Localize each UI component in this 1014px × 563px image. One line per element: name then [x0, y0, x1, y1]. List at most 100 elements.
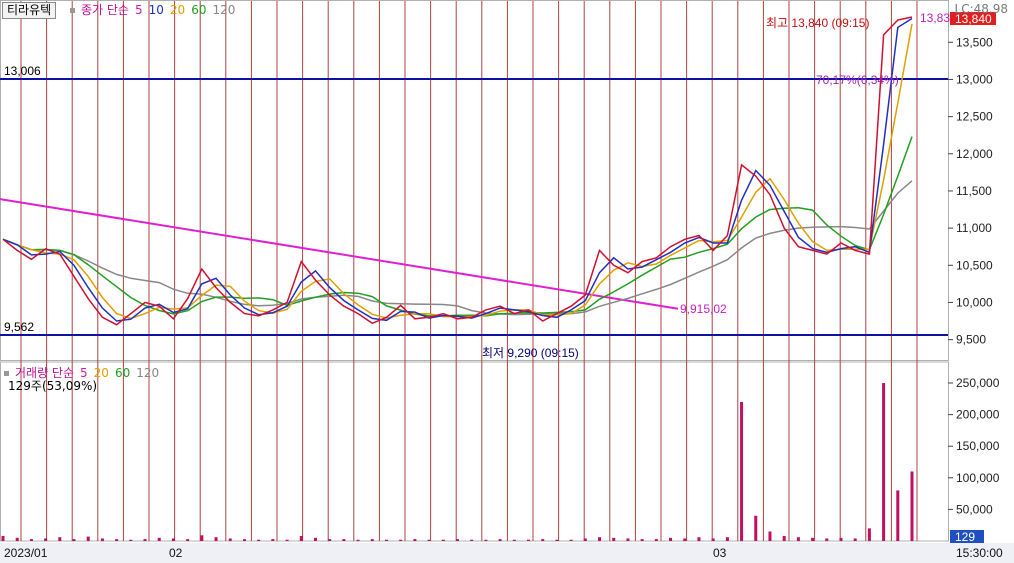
volume-bar: [910, 471, 914, 541]
volume-ma-20: 20: [93, 366, 109, 380]
price-tick-label: 13,500: [956, 35, 993, 49]
volume-bar: [413, 539, 417, 541]
volume-tick-label: 100,000: [956, 471, 1000, 485]
price-legend-marker: [70, 8, 75, 13]
price-legend-label: 종가 단순: [81, 3, 129, 17]
volume-bar: [498, 539, 502, 541]
volume-bar: [285, 539, 289, 541]
price-tick-label: 12,000: [956, 147, 993, 161]
volume-tick-label: 200,000: [956, 408, 1000, 422]
x-axis-label: 02: [169, 546, 183, 560]
x-axis-label: 03: [713, 546, 727, 560]
volume-bar: [853, 538, 857, 541]
volume-bar: [44, 538, 48, 541]
volume-bar: [882, 383, 886, 541]
trendline-end-label: 9,915,02: [680, 302, 727, 316]
volume-bar: [740, 401, 744, 541]
volume-bar: [1, 535, 5, 541]
price-tick-label: 10,500: [956, 258, 993, 272]
price-tick-label: 11,500: [956, 184, 992, 198]
reference-line-label: 9,562: [4, 320, 34, 334]
volume-bar: [86, 536, 90, 541]
volume-bar: [399, 539, 403, 541]
volume-bar: [200, 535, 204, 541]
volume-bar: [669, 537, 673, 541]
volume-bar: [512, 539, 516, 541]
volume-bar: [228, 538, 232, 541]
volume-bar: [186, 539, 190, 541]
volume-tick-label: 250,000: [956, 376, 1000, 390]
price-ma-20: 20: [169, 3, 186, 17]
x-axis-band: [0, 543, 1014, 563]
percent-annotation: 70,17%(6,34%): [816, 73, 899, 87]
volume-bar: [583, 538, 587, 541]
volume-bar: [143, 539, 147, 541]
price-panel: [0, 0, 949, 361]
volume-bar: [768, 531, 772, 541]
volume-bar: [612, 537, 616, 541]
volume-bar: [527, 539, 531, 541]
price-ma-10: 10: [148, 3, 164, 17]
high-annotation: 최고 13,840 (09:15): [766, 16, 869, 30]
volume-legend: 거래량 단순 5 20 60 120: [4, 366, 165, 380]
volume-bar: [555, 539, 559, 541]
price-tick-label: 13,000: [956, 72, 993, 86]
volume-legend-marker: [4, 371, 9, 376]
volume-bar: [470, 539, 474, 541]
volume-bar: [72, 539, 76, 541]
volume-tick-label: 150,000: [956, 439, 1000, 453]
volume-bar: [313, 537, 317, 541]
volume-bar: [683, 538, 687, 541]
volume-bar: [129, 539, 133, 541]
low-annotation: 최저 9,290 (09:15): [482, 346, 579, 360]
volume-bar: [100, 538, 104, 541]
volume-bar: [640, 539, 644, 541]
price-legend: 종가 단순 5 10 20 60 120: [70, 3, 241, 17]
price-volume-chart: 13,500 13,000 12,500 12,000 11,500 11,000 10,5…: [0, 0, 1014, 563]
price-tick-label: 10,000: [956, 295, 993, 309]
volume-bar: [725, 537, 729, 541]
volume-legend-label: 거래량 단순: [15, 366, 75, 380]
volume-bar: [456, 539, 459, 541]
volume-bar: [427, 539, 431, 541]
volume-bar: [598, 537, 602, 541]
volume-bar: [839, 537, 843, 541]
price-tick-label: 9,500: [956, 333, 986, 347]
volume-bar: [541, 539, 545, 541]
volume-bar: [569, 539, 573, 541]
volume-current-label: 129주(53,09%): [8, 379, 98, 393]
volume-bar: [654, 539, 658, 541]
volume-bar: [157, 537, 161, 541]
volume-tick-label: 50,000: [956, 502, 993, 516]
volume-bar: [626, 538, 630, 541]
time-label: 15:30:00: [956, 546, 1003, 560]
volume-bar: [242, 539, 246, 541]
volume-bar: [754, 515, 758, 541]
price-ma-5: 5: [134, 3, 143, 17]
reference-line-label: 13,006: [4, 64, 41, 78]
volume-bar: [58, 537, 62, 541]
volume-bar: [711, 538, 715, 541]
volume-bar: [811, 537, 815, 541]
x-axis-label: 2023/01: [4, 546, 48, 560]
volume-bar: [896, 490, 900, 541]
volume-ma-60: 60: [114, 366, 131, 380]
volume-ma-120: 120: [136, 366, 160, 380]
volume-bar: [171, 538, 175, 541]
lc-label: LC:48.98: [954, 2, 1008, 16]
volume-panel: [0, 361, 949, 542]
volume-bar: [441, 539, 445, 541]
volume-bar: [697, 537, 701, 541]
volume-bar: [484, 539, 488, 541]
instrument-name[interactable]: 티라유텍: [2, 2, 57, 19]
volume-bar: [825, 538, 829, 541]
price-ma-60: 60: [191, 3, 207, 17]
volume-bar: [15, 537, 19, 541]
price-tick-label: 11,000: [956, 221, 992, 235]
volume-bar: [29, 539, 33, 541]
volume-bar: [328, 539, 332, 541]
trend-top-label: 13,83: [920, 11, 950, 25]
price-ma-120: 120: [212, 3, 236, 17]
volume-bar: [342, 539, 346, 541]
volume-bar: [257, 539, 261, 541]
